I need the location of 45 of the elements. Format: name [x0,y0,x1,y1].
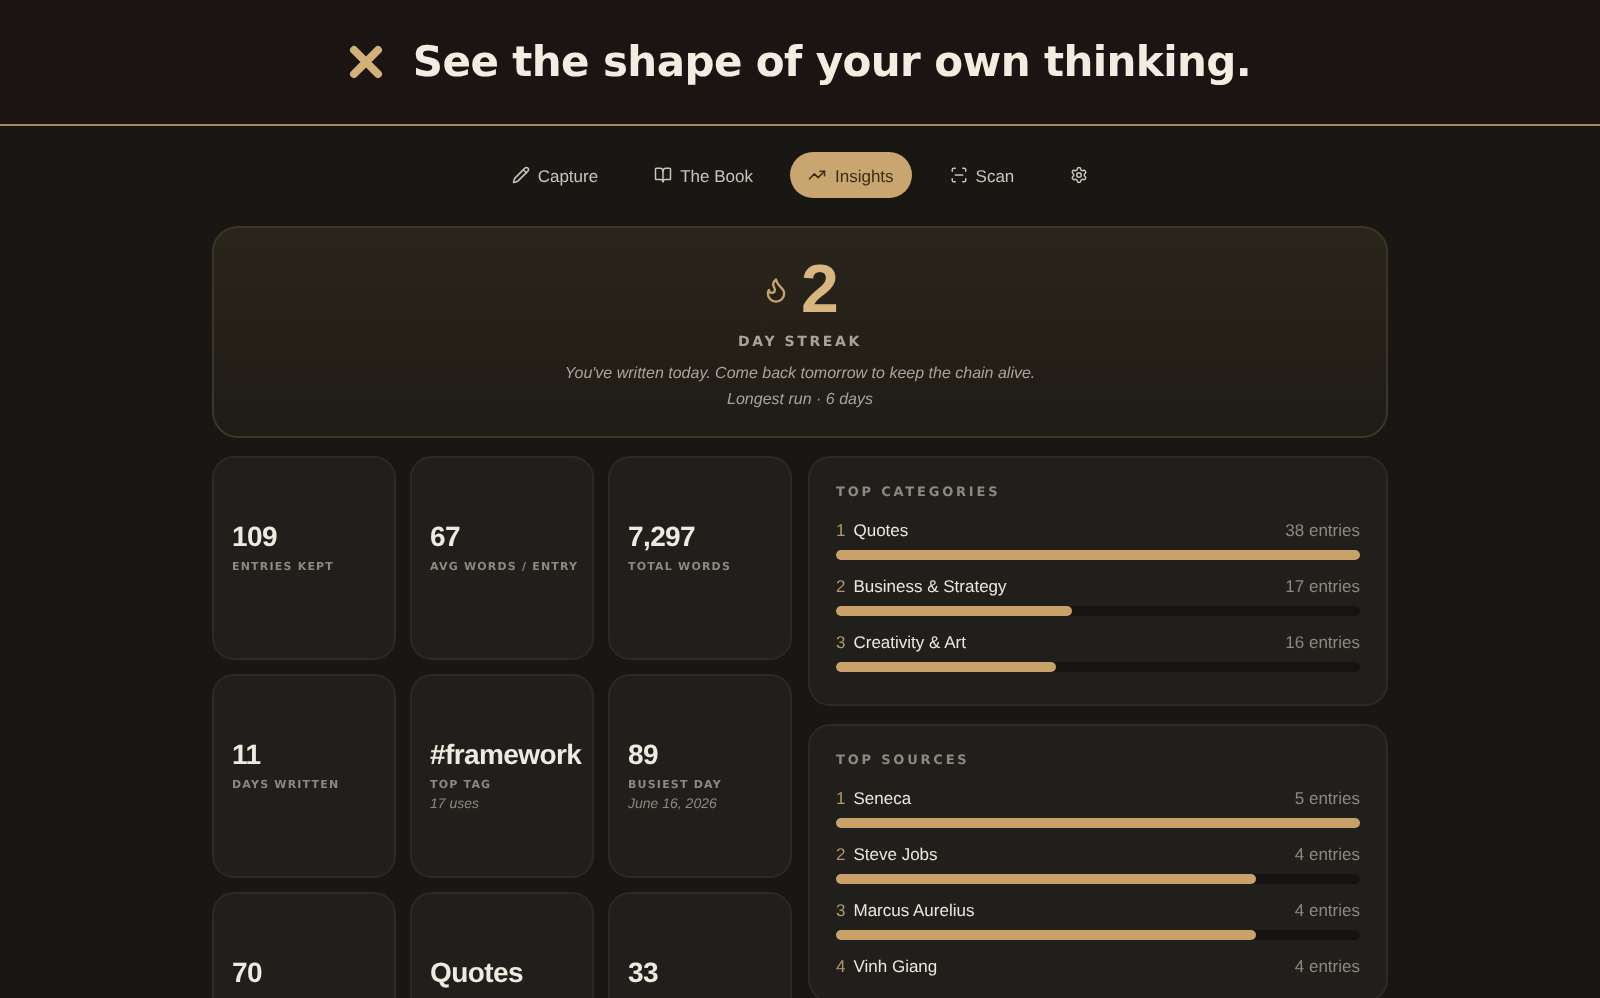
rank-number: 1 [836,788,846,808]
nav-tab[interactable]: Capture [493,152,617,198]
stat-value: 67 [430,520,460,554]
flame-icon [761,276,790,304]
scan-icon [949,166,968,184]
entry-count: 4 entries [1294,900,1360,920]
stat-value: #framework [430,738,582,772]
stat-value: Quotes [430,956,523,990]
settings-icon [1070,166,1089,184]
rank-number: 1 [836,520,846,540]
rank-number: 4 [836,956,846,976]
longest-run: Longest run · 6 days [727,390,873,408]
item-name: Seneca [853,788,914,808]
item-name: Vinh Giang [853,956,940,976]
nav-tab[interactable]: The Book [636,152,771,198]
entry-count: 4 entries [1294,844,1360,864]
entry-count: 5 entries [1294,788,1360,808]
book-icon [654,166,673,184]
item-name: Creativity & Art [853,632,968,652]
rank-number: 3 [836,900,846,920]
streak-message: You've written today. Come back tomorrow to keep the chain alive. [564,364,1036,382]
pencil-icon [511,166,530,184]
stat-value: 89 [628,738,658,772]
item-name: Marcus Aurelius [853,900,977,920]
stat-value: 109 [232,520,277,554]
streak-number: 2 [801,256,839,324]
header-title: See the shape of your own thinking. [412,38,1252,86]
rank-number: 2 [836,844,846,864]
nav-tab[interactable]: Insights [790,152,912,198]
rank-number: 2 [836,576,846,596]
entry-count: 16 entries [1285,632,1360,652]
entry-count: 38 entries [1285,520,1360,540]
item-name: Steve Jobs [853,844,940,864]
cross-icon [348,44,385,80]
trend-icon [808,166,827,184]
item-name: Quotes [853,520,911,540]
stat-value: 11 [232,738,261,772]
nav-tab[interactable]: Scan [931,152,1033,198]
stat-value: 33 [628,956,658,990]
stat-value: 7,297 [628,520,696,554]
stat-value: 70 [232,956,262,990]
entry-count: 4 entries [1294,956,1360,976]
item-name: Business & Strategy [853,576,1009,596]
entry-count: 17 entries [1285,576,1360,596]
rank-number: 3 [836,632,846,652]
